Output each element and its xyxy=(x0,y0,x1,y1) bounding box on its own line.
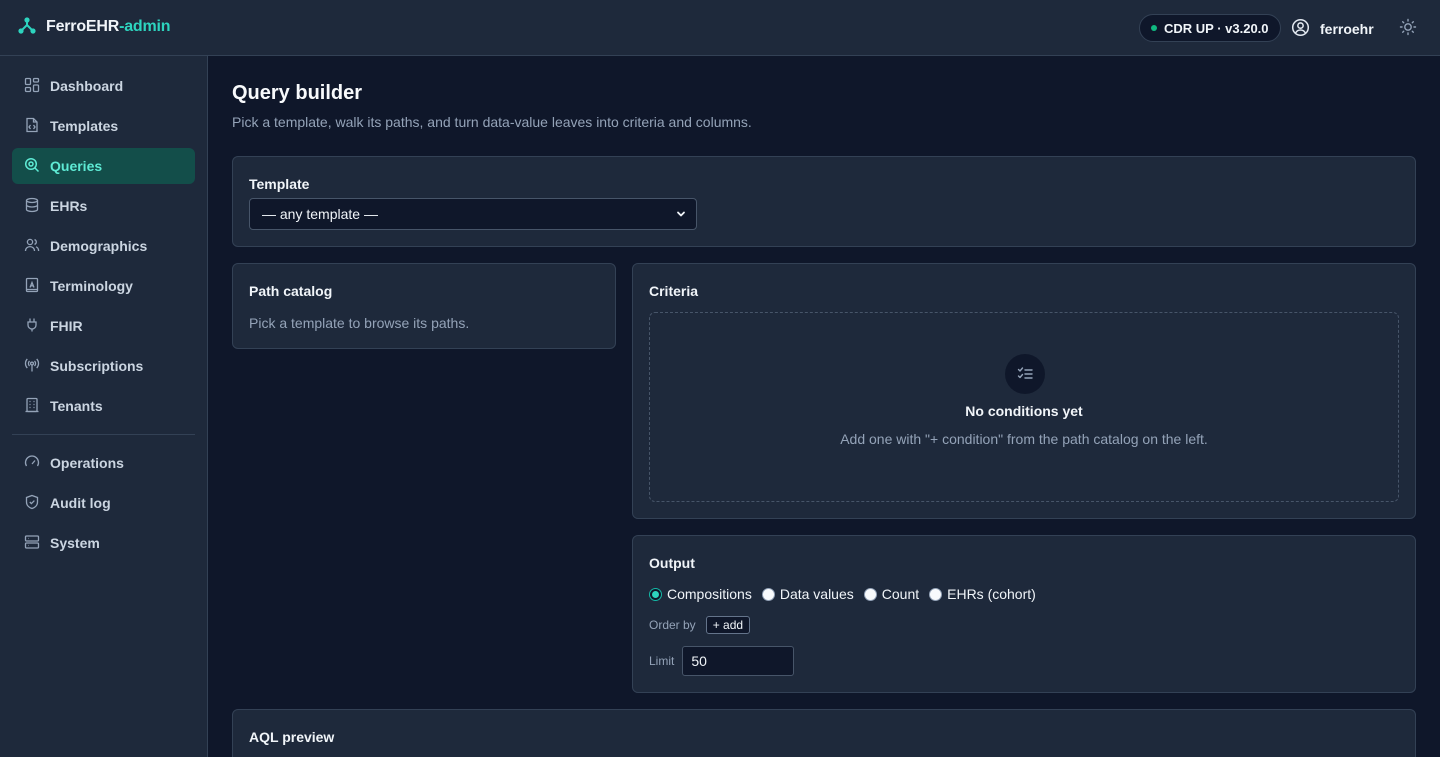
checklist-icon xyxy=(1005,354,1045,394)
output-radio-compositions[interactable]: Compositions xyxy=(649,586,752,602)
criteria-empty-state: No conditions yet Add one with "+ condit… xyxy=(649,312,1399,502)
radio-button[interactable] xyxy=(649,587,662,601)
output-radio-count[interactable]: Count xyxy=(863,586,920,602)
radio-label: Count xyxy=(881,586,920,602)
aql-preview-card: AQL preview xyxy=(232,709,1416,757)
dashboard-icon xyxy=(24,77,40,96)
user-menu[interactable]: ferroehr xyxy=(1291,18,1374,40)
order-by-label: Order by xyxy=(649,618,696,632)
radio-label: Data values xyxy=(779,586,854,602)
template-icon xyxy=(24,117,40,136)
gauge-icon xyxy=(24,454,40,473)
empty-state-title: No conditions yet xyxy=(965,403,1083,419)
sidebar-item-label: Templates xyxy=(50,118,119,134)
output-card: Output Compositions Data values Count EH… xyxy=(632,535,1416,693)
building-icon xyxy=(24,397,40,416)
add-order-button[interactable]: + add xyxy=(705,616,751,634)
output-mode-radios: Compositions Data values Count EHRs (coh… xyxy=(649,586,1036,602)
sidebar-item-label: EHRs xyxy=(50,198,88,214)
book-icon xyxy=(24,277,40,296)
empty-state-text: Add one with "+ condition" from the path… xyxy=(840,431,1208,447)
theme-toggle-button[interactable] xyxy=(1398,18,1418,38)
sidebar-item-label: Audit log xyxy=(50,495,111,511)
sidebar-item-audit-log[interactable]: Audit log xyxy=(12,485,195,521)
output-radio-data-values[interactable]: Data values xyxy=(761,586,854,602)
radio-button[interactable] xyxy=(863,587,877,601)
page-subtitle: Pick a template, walk its paths, and tur… xyxy=(232,114,752,130)
query-icon xyxy=(24,157,40,176)
top-bar: FerroEHR-admin CDR UP · v3.20.0 ferroehr xyxy=(0,0,1440,56)
sidebar-item-fhir[interactable]: FHIR xyxy=(12,308,195,344)
logo-icon xyxy=(18,16,36,37)
users-icon xyxy=(24,237,40,256)
shield-icon xyxy=(24,494,40,513)
sidebar-item-label: Subscriptions xyxy=(50,358,144,374)
server-icon xyxy=(24,534,40,553)
sidebar-item-operations[interactable]: Operations xyxy=(12,445,195,481)
template-label: Template xyxy=(249,176,310,192)
template-select-value: — any template — xyxy=(262,206,378,222)
chevron-down-icon xyxy=(676,206,686,222)
brand[interactable]: FerroEHR-admin xyxy=(18,16,171,37)
template-card: Template — any template — xyxy=(232,156,1416,247)
status-badge: CDR UP · v3.20.0 xyxy=(1139,14,1281,42)
username: ferroehr xyxy=(1320,21,1374,37)
sidebar-item-terminology[interactable]: Terminology xyxy=(12,268,195,304)
sidebar-item-label: Queries xyxy=(50,158,103,174)
limit-label: Limit xyxy=(649,654,675,668)
radio-button[interactable] xyxy=(929,587,943,601)
status-text: CDR UP · v3.20.0 xyxy=(1164,20,1269,36)
user-circle-icon xyxy=(1291,18,1310,40)
sidebar-item-queries[interactable]: Queries xyxy=(12,148,195,184)
order-by-row: Order by + add xyxy=(649,616,751,634)
output-radio-ehrs-cohort[interactable]: EHRs (cohort) xyxy=(929,586,1036,602)
sidebar-item-label: Operations xyxy=(50,455,124,471)
sidebar-item-demographics[interactable]: Demographics xyxy=(12,228,195,264)
brand-name: FerroEHR-admin xyxy=(46,17,171,35)
aql-preview-title: AQL preview xyxy=(249,729,335,745)
limit-input[interactable]: 50 xyxy=(682,646,795,676)
sidebar-item-subscriptions[interactable]: Subscriptions xyxy=(12,348,195,384)
path-catalog-title: Path catalog xyxy=(249,283,333,299)
criteria-card: Criteria No conditions yet Add one with … xyxy=(632,263,1416,519)
template-select[interactable]: — any template — xyxy=(249,198,697,230)
page-title: Query builder xyxy=(232,82,363,104)
output-title: Output xyxy=(649,555,695,571)
sidebar-item-label: Demographics xyxy=(50,238,148,254)
path-catalog-hint: Pick a template to browse its paths. xyxy=(249,315,470,331)
sun-icon xyxy=(1399,18,1417,39)
sidebar-item-tenants[interactable]: Tenants xyxy=(12,388,195,424)
radio-label: Compositions xyxy=(667,586,752,602)
path-catalog-card: Path catalog Pick a template to browse i… xyxy=(232,263,616,349)
broadcast-icon xyxy=(24,357,40,376)
sidebar-item-label: System xyxy=(50,535,100,551)
radio-label: EHRs (cohort) xyxy=(947,586,1036,602)
database-icon xyxy=(24,197,40,216)
radio-button[interactable] xyxy=(761,587,775,601)
limit-row: Limit 50 xyxy=(649,646,795,676)
sidebar: Dashboard Templates Queries EHRs Demogra… xyxy=(0,56,208,757)
sidebar-item-ehrs[interactable]: EHRs xyxy=(12,188,195,224)
sidebar-divider xyxy=(12,434,195,435)
sidebar-item-label: Dashboard xyxy=(50,78,124,94)
status-dot xyxy=(1151,25,1157,31)
plug-icon xyxy=(24,317,40,336)
sidebar-item-system[interactable]: System xyxy=(12,525,195,561)
sidebar-item-label: Tenants xyxy=(50,398,103,414)
sidebar-item-label: FHIR xyxy=(50,318,83,334)
sidebar-item-templates[interactable]: Templates xyxy=(12,108,195,144)
sidebar-item-label: Terminology xyxy=(50,278,133,294)
sidebar-item-dashboard[interactable]: Dashboard xyxy=(12,68,195,104)
criteria-title: Criteria xyxy=(649,283,699,299)
